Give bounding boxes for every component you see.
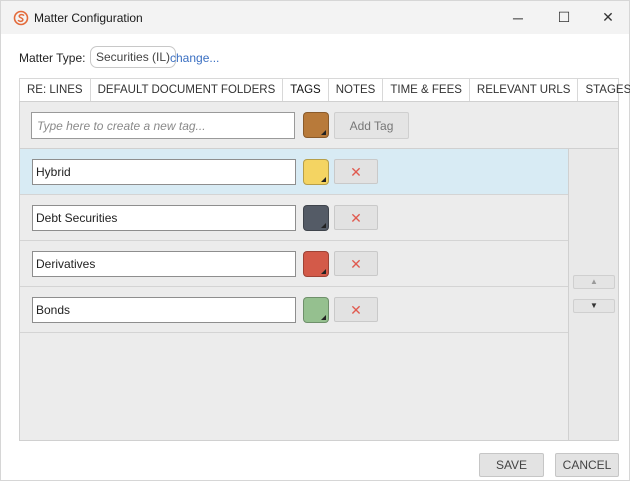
tags-panel: Type here to create a new tag... Add Tag… xyxy=(19,101,619,441)
tag-color-picker[interactable] xyxy=(303,159,329,185)
title-bar[interactable]: Matter Configuration ─ ☐ ✕ xyxy=(1,1,629,34)
tag-row-derivatives[interactable]: Derivatives ✕ xyxy=(20,241,568,287)
minimize-icon: ─ xyxy=(513,9,523,26)
tag-row-debt-securities[interactable]: Debt Securities ✕ xyxy=(20,195,568,241)
tab-default-document-folders[interactable]: DEFAULT DOCUMENT FOLDERS xyxy=(91,79,284,101)
new-tag-input[interactable]: Type here to create a new tag... xyxy=(31,112,295,139)
tab-re-lines[interactable]: RE: LINES xyxy=(20,79,91,101)
close-button[interactable]: ✕ xyxy=(585,1,630,34)
delete-icon: ✕ xyxy=(350,163,362,180)
move-up-button[interactable]: ▲ xyxy=(573,275,615,289)
matter-type-text: Securities (IL) xyxy=(96,50,171,64)
tag-row-hybrid[interactable]: Hybrid ✕ xyxy=(20,149,568,195)
tab-notes[interactable]: NOTES xyxy=(329,79,384,101)
tab-relevant-urls[interactable]: RELEVANT URLS xyxy=(470,79,579,101)
add-tag-button[interactable]: Add Tag xyxy=(334,112,409,139)
delete-tag-button[interactable]: ✕ xyxy=(334,205,378,230)
matter-type-value: Securities (IL) xyxy=(90,46,177,68)
delete-tag-button[interactable]: ✕ xyxy=(334,251,378,276)
matter-configuration-window: Matter Configuration ─ ☐ ✕ Matter Type: … xyxy=(0,0,630,481)
maximize-icon: ☐ xyxy=(557,9,571,25)
tag-color-picker[interactable] xyxy=(303,297,329,323)
tag-name-field[interactable]: Derivatives xyxy=(32,251,296,277)
move-down-button[interactable]: ▼ xyxy=(573,299,615,313)
matter-type-label: Matter Type: xyxy=(19,51,86,65)
tag-list: Hybrid ✕ Debt Securities ✕ Derivatives ✕ xyxy=(20,149,568,440)
minimize-button[interactable]: ─ xyxy=(495,1,541,34)
window-title: Matter Configuration xyxy=(34,11,143,25)
tag-color-picker[interactable] xyxy=(303,251,329,277)
tag-row-bonds[interactable]: Bonds ✕ xyxy=(20,287,568,333)
cancel-button[interactable]: CANCEL xyxy=(555,453,619,477)
maximize-button[interactable]: ☐ xyxy=(541,1,587,34)
save-button[interactable]: SAVE xyxy=(479,453,544,477)
tag-name-field[interactable]: Hybrid xyxy=(32,159,296,185)
delete-tag-button[interactable]: ✕ xyxy=(334,297,378,322)
delete-tag-button[interactable]: ✕ xyxy=(334,159,378,184)
delete-icon: ✕ xyxy=(350,255,362,272)
tag-color-picker[interactable] xyxy=(303,205,329,231)
close-icon: ✕ xyxy=(602,9,614,25)
reorder-sidebar: ▲ ▼ xyxy=(568,149,618,440)
delete-icon: ✕ xyxy=(350,209,362,226)
app-logo-icon xyxy=(13,10,29,26)
tag-name-field[interactable]: Debt Securities xyxy=(32,205,296,231)
tab-time-and-fees[interactable]: TIME & FEES xyxy=(383,79,470,101)
new-tag-color-picker[interactable] xyxy=(303,112,329,138)
change-matter-type-link[interactable]: change... xyxy=(170,51,219,65)
tab-stages[interactable]: STAGES xyxy=(578,79,630,101)
tag-name-field[interactable]: Bonds xyxy=(32,297,296,323)
delete-icon: ✕ xyxy=(350,301,362,318)
new-tag-placeholder: Type here to create a new tag... xyxy=(37,118,206,133)
tab-bar: RE: LINES DEFAULT DOCUMENT FOLDERS TAGS … xyxy=(19,78,630,101)
tab-tags[interactable]: TAGS xyxy=(283,79,329,101)
arrow-up-icon: ▲ xyxy=(590,277,598,286)
arrow-down-icon: ▼ xyxy=(590,301,598,310)
new-tag-row: Type here to create a new tag... Add Tag xyxy=(20,102,618,149)
